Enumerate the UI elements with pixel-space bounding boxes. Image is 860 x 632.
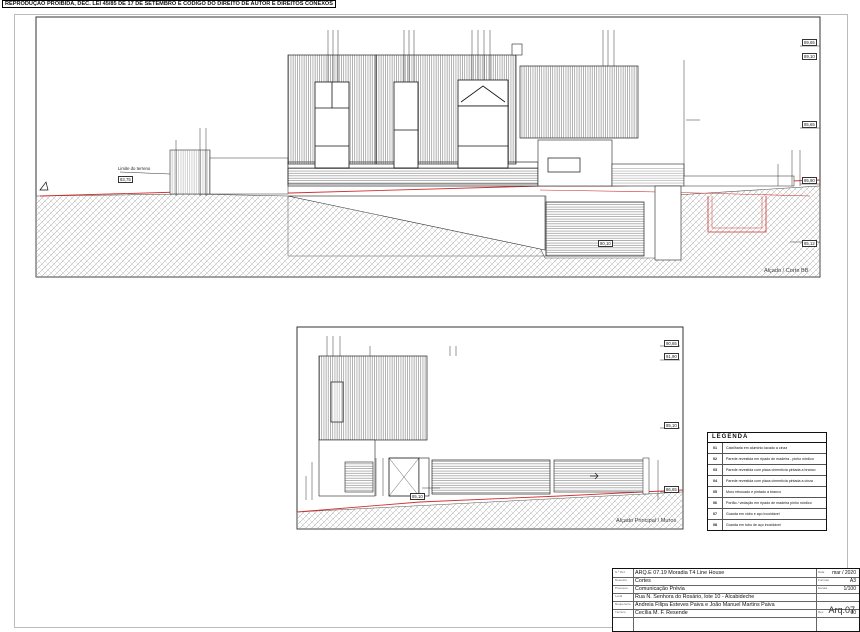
title-rkey: Escala bbox=[818, 586, 828, 590]
legend-code: 03 bbox=[708, 465, 723, 475]
legend-code: 05 bbox=[708, 487, 723, 497]
title-value: ARQ.E 07.19 Moradia T4 Line House bbox=[635, 569, 725, 576]
level-label: 85,10 bbox=[664, 422, 679, 429]
title-key: Desenho bbox=[615, 578, 628, 582]
legend: LEGENDA 01 Caixilharia em alumínio lacado… bbox=[707, 432, 827, 531]
level-label: 90,65 bbox=[664, 340, 679, 347]
legend-text: Guarda em tubo de aço inoxidável bbox=[726, 523, 781, 527]
title-key: Técnico bbox=[615, 610, 626, 614]
legend-code: 01 bbox=[708, 443, 723, 453]
legend-code: 02 bbox=[708, 454, 723, 464]
title-value: Comunicação Prévia bbox=[635, 585, 685, 592]
title-rkey: Formato bbox=[818, 578, 830, 582]
legend-code: 06 bbox=[708, 498, 723, 508]
windows bbox=[314, 79, 509, 169]
legend-row: 07 Guarda em vidro e aço inoxidável bbox=[708, 509, 826, 520]
title-key: N.º Ref. bbox=[615, 570, 626, 574]
level-label: 85,10 bbox=[410, 493, 425, 500]
title-key: Requerente bbox=[615, 602, 631, 606]
title-block: N.º Ref. ARQ.E 07.19 Moradia T4 Line Hou… bbox=[612, 568, 860, 632]
legend-text: Portão / vedação em ripado de madeira pi… bbox=[726, 501, 812, 505]
legend-row: 04 Parede revestida com placa cimentícia … bbox=[708, 476, 826, 487]
boundary-post bbox=[642, 457, 650, 495]
title-rvalue: A3 bbox=[849, 577, 856, 584]
legend-row: 01 Caixilharia em alumínio lacado a cinza bbox=[708, 443, 826, 454]
house-upper-right bbox=[519, 65, 639, 139]
title-key: Processo bbox=[615, 586, 628, 590]
top-view-caption: Alçado / Corte BB bbox=[764, 268, 809, 274]
garage-window bbox=[547, 157, 581, 173]
level-label: 83,75 bbox=[118, 176, 133, 183]
top-elevation bbox=[35, 16, 821, 278]
level-label: 89,65 bbox=[802, 39, 817, 46]
legend-row: 08 Guarda em tubo de aço inoxidável bbox=[708, 520, 826, 530]
level-label: 85,65 bbox=[802, 121, 817, 128]
legend-code: 08 bbox=[708, 520, 723, 530]
retaining-wall bbox=[654, 185, 682, 261]
legend-text: Parede revestida com placa cimentícia pi… bbox=[726, 479, 813, 483]
legend-text: Parede revestida em ripado de madeira - … bbox=[726, 457, 814, 461]
garage-door bbox=[545, 201, 645, 257]
title-value: Cortes bbox=[635, 577, 651, 584]
chimney bbox=[511, 43, 523, 56]
bottom-view-caption: Alçado Principal / Muros bbox=[616, 518, 677, 524]
drawing-number: Arq.07 bbox=[828, 605, 855, 615]
level-label: 86,65 bbox=[664, 486, 679, 493]
legend-text: Caixilharia em alumínio lacado a cinza bbox=[726, 446, 788, 450]
legend-row: 06 Portão / vedação em ripado de madeira … bbox=[708, 498, 826, 509]
title-rvalue: mar / 2020 bbox=[832, 569, 856, 576]
right-low-wall bbox=[683, 175, 795, 187]
slab-band bbox=[287, 167, 539, 185]
level-label: 80,10 bbox=[598, 240, 613, 247]
left-wall bbox=[209, 157, 289, 195]
legend-row: 02 Parede revestida em ripado de madeira … bbox=[708, 454, 826, 465]
bottom-elevation bbox=[296, 326, 684, 530]
level-label: 91,90 bbox=[664, 353, 679, 360]
title-rkey: Rev. bbox=[818, 610, 824, 614]
legend-text: Muro rebocado e pintado a branco bbox=[726, 490, 781, 494]
legend-title: LEGENDA bbox=[708, 433, 826, 443]
legend-code: 04 bbox=[708, 476, 723, 486]
origin-marker-icon bbox=[39, 181, 49, 191]
garage-gate-bottom bbox=[431, 459, 551, 495]
drawing-canvas bbox=[35, 16, 821, 530]
title-row: Técnico Cecília M. F. Resende Rev. 00 bbox=[613, 609, 859, 618]
legend-text: Guarda em vidro e aço inoxidável bbox=[726, 512, 780, 516]
legend-row: 05 Muro rebocado e pintado a branco bbox=[708, 487, 826, 498]
legend-row: 03 Parede revestida com placa cimentícia … bbox=[708, 465, 826, 476]
legend-text: Parede revestida com placa cimentícia pi… bbox=[726, 468, 816, 472]
level-label: 85,12 bbox=[802, 240, 817, 247]
title-rkey: Data bbox=[818, 570, 825, 574]
limite-terreno-label: Limite do terreno bbox=[118, 166, 151, 171]
level-label: 89,10 bbox=[802, 53, 817, 60]
entrance-gate-left bbox=[344, 461, 374, 493]
title-value: Andreia Filipa Esteves Paiva e João Manu… bbox=[635, 601, 775, 608]
level-label: 85,90 bbox=[802, 177, 817, 184]
pillar bbox=[418, 457, 430, 497]
title-rvalue: 1/100 bbox=[843, 585, 856, 592]
title-value: Rua N. Senhora do Rosário, lote 10 - Alc… bbox=[635, 593, 755, 600]
legend-code: 07 bbox=[708, 509, 723, 519]
right-gate-bottom bbox=[553, 459, 645, 493]
title-key: Local bbox=[615, 594, 623, 598]
title-value: Cecília M. F. Resende bbox=[635, 609, 688, 616]
